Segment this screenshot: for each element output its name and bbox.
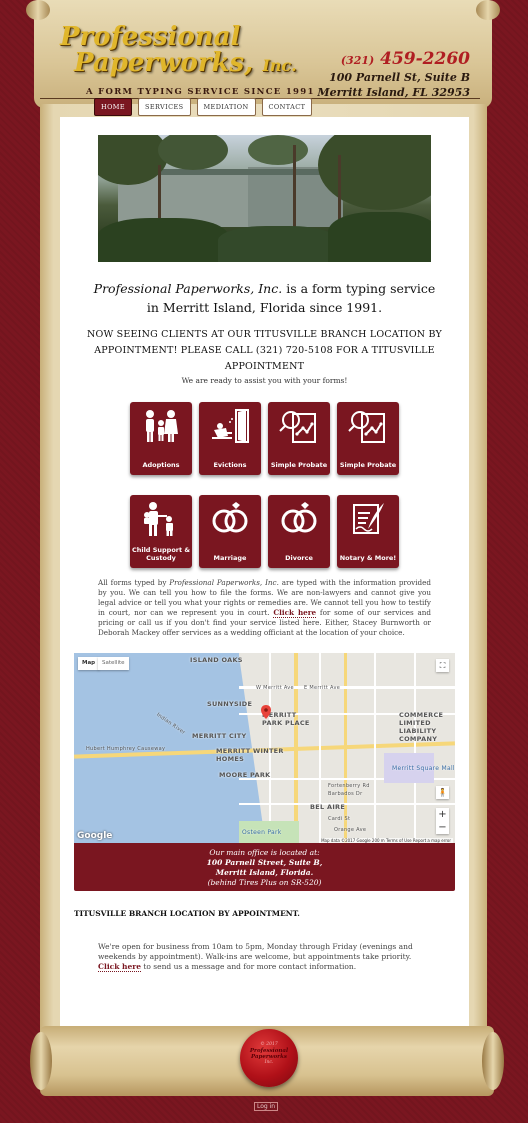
map-label: Merritt Square Mall bbox=[392, 765, 455, 772]
address-line2: Merritt Island, FL 32953 bbox=[317, 86, 470, 99]
intro-text: Professional Paperworks, Inc. is a form … bbox=[60, 279, 469, 317]
intro-line2: in Merritt Island, Florida since 1991. bbox=[146, 300, 383, 315]
map-label: BEL AIRE bbox=[310, 803, 346, 811]
nav-home[interactable]: HOME bbox=[94, 98, 132, 116]
disclaimer-brand: Professional Paperworks, Inc. bbox=[169, 578, 279, 587]
zoom-controls: + − bbox=[436, 808, 449, 834]
office-line1: Our main office is located at: bbox=[209, 848, 320, 857]
probate-icon bbox=[348, 411, 385, 443]
map-label: COMMERCE LIMITED LIABILITY COMPANY bbox=[399, 711, 444, 743]
eviction-icon bbox=[212, 409, 249, 443]
titusville-heading: TITUSVILLE BRANCH LOCATION BY APPOINTMEN… bbox=[74, 909, 300, 918]
phone-area: (321) bbox=[340, 54, 375, 67]
map-label: E Merritt Ave bbox=[304, 685, 341, 691]
wax-seal-logo: © 2017 Professional Paperworks Inc. bbox=[240, 1029, 298, 1087]
map-label: MERRITT WINTER HOMES bbox=[216, 747, 284, 763]
tile-label: Divorce bbox=[285, 554, 313, 562]
tile-child-support[interactable]: Child Support & Custody bbox=[130, 495, 192, 568]
intro-brand: Professional Paperworks, Inc. bbox=[93, 281, 283, 296]
office-line3: Merritt Island, Florida. bbox=[215, 868, 314, 877]
tile-simple-probate[interactable]: Simple Probate bbox=[268, 402, 330, 475]
notary-icon bbox=[353, 503, 384, 534]
site-logo[interactable]: Professional Paperworks, Inc. bbox=[60, 24, 297, 79]
ready-text: We are ready to assist you with your for… bbox=[181, 376, 348, 385]
map-label: Osteen Park bbox=[242, 829, 282, 836]
phone-number[interactable]: (321) 459-2260 bbox=[341, 49, 470, 69]
office-photo bbox=[98, 135, 431, 262]
rings-icon bbox=[281, 502, 317, 533]
logo-line2: Paperworks, bbox=[74, 48, 254, 78]
google-logo: Google bbox=[77, 831, 113, 841]
address-line1: 100 Parnell St, Suite B bbox=[329, 71, 470, 84]
tile-divorce[interactable]: Divorce bbox=[268, 495, 330, 568]
tile-label: Simple Probate bbox=[339, 461, 397, 469]
office-location-box: Our main office is located at: 100 Parne… bbox=[74, 843, 455, 891]
tile-label: Simple Probate bbox=[270, 461, 328, 469]
tile-label: Child Support & Custody bbox=[131, 546, 191, 562]
nav-mediation[interactable]: MEDIATION bbox=[196, 98, 256, 116]
services-pricing-link[interactable]: Click here bbox=[273, 608, 317, 618]
seal-name: Professional Paperworks bbox=[249, 1048, 289, 1060]
service-tiles: Adoptions Evictions Simple Probate Simpl… bbox=[130, 402, 400, 568]
office-line2: 100 Parnell Street, Suite B, bbox=[206, 858, 323, 867]
map-label: MOORE PARK bbox=[219, 771, 271, 779]
map-label: MERRITT CITY bbox=[192, 732, 247, 740]
phone-digits: 459-2260 bbox=[380, 49, 470, 69]
hours-paragraph: We're open for business from 10am to 5pm… bbox=[98, 942, 433, 972]
zoom-out-button[interactable]: − bbox=[436, 821, 449, 834]
zoom-in-button[interactable]: + bbox=[436, 808, 449, 821]
disclaimer-text-1: All forms typed by bbox=[98, 578, 170, 587]
fullscreen-icon[interactable]: ⛶ bbox=[436, 659, 449, 672]
main-nav: HOME SERVICES MEDIATION CONTACT bbox=[94, 98, 313, 116]
pegman-icon[interactable]: 🧍 bbox=[436, 786, 449, 799]
logo-inc: Inc. bbox=[262, 56, 297, 75]
map-label: Cardi St bbox=[328, 816, 351, 822]
location-map[interactable]: Map Satellite ⛶ ISLAND OAKS W Merritt Av… bbox=[74, 653, 455, 843]
tile-notary[interactable]: Notary & More! bbox=[337, 495, 399, 568]
map-label: Hubert Humphrey Causeway bbox=[86, 746, 166, 752]
tile-label: Evictions bbox=[213, 461, 247, 469]
map-view-button[interactable]: Map bbox=[78, 657, 100, 670]
rings-icon bbox=[212, 502, 248, 533]
map-label: Fortenberry Rd bbox=[328, 783, 370, 789]
map-label: Barbados Dr bbox=[328, 791, 363, 797]
office-line4: (behind Tires Plus on SR-520) bbox=[207, 878, 322, 887]
family-icon bbox=[146, 410, 178, 442]
map-label: ISLAND OAKS bbox=[190, 656, 243, 664]
satellite-view-button[interactable]: Satellite bbox=[98, 657, 129, 670]
hours-text-rest: to send us a message and for more contac… bbox=[141, 962, 357, 971]
tile-adoptions[interactable]: Adoptions bbox=[130, 402, 192, 475]
map-label: SUNNYSIDE bbox=[207, 700, 253, 708]
main-content: Professional Paperworks, Inc. is a form … bbox=[60, 117, 469, 1028]
tile-label: Notary & More! bbox=[339, 554, 397, 562]
child-support-icon bbox=[144, 502, 173, 536]
disclaimer-paragraph: All forms typed by Professional Paperwor… bbox=[98, 578, 431, 638]
titusville-notice: NOW SEEING CLIENTS AT OUR TITUSVILLE BRA… bbox=[86, 329, 443, 372]
seal-inc: Inc. bbox=[264, 1060, 274, 1065]
nav-services[interactable]: SERVICES bbox=[138, 98, 191, 116]
contact-link[interactable]: Click here bbox=[98, 962, 141, 972]
probate-icon bbox=[279, 411, 316, 443]
tile-marriage[interactable]: Marriage bbox=[199, 495, 261, 568]
tile-evictions[interactable]: Evictions bbox=[199, 402, 261, 475]
nav-contact[interactable]: CONTACT bbox=[261, 98, 313, 116]
map-label: W Merritt Ave bbox=[256, 685, 294, 691]
intro-line1: is a form typing service bbox=[282, 281, 436, 296]
map-label: Orange Ave bbox=[334, 827, 367, 833]
login-link[interactable]: Log in bbox=[254, 1102, 279, 1111]
tile-label: Marriage bbox=[213, 554, 247, 562]
hours-text: We're open for business from 10am to 5pm… bbox=[98, 942, 413, 961]
tile-label: Adoptions bbox=[142, 461, 180, 469]
header-address: 100 Parnell St, Suite B Merritt Island, … bbox=[317, 70, 470, 100]
tagline: A FORM TYPING SERVICE SINCE 1991 bbox=[86, 87, 315, 97]
tile-simple-probate-2[interactable]: Simple Probate bbox=[337, 402, 399, 475]
location-pin-icon[interactable] bbox=[261, 705, 271, 719]
